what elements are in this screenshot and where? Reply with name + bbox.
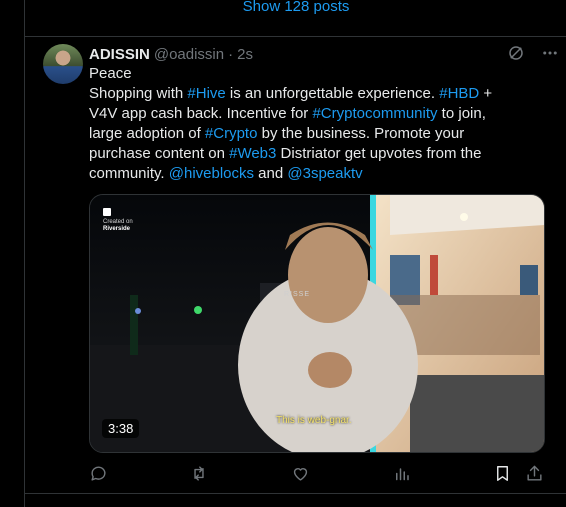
brand-name: Riverside: [103, 226, 131, 232]
post-text-line: Shopping with #Hive is an unforgettable …: [89, 84, 559, 104]
post-text-line: community. @hiveblocks and @3speaktv: [89, 164, 559, 184]
post-text-segment: Distriator get upvotes from the: [276, 145, 482, 162]
brand-top: Created on: [103, 219, 133, 225]
post-text: Peace Shopping with #Hive is an unforgett…: [89, 64, 559, 184]
post-text-segment: large adoption of: [89, 125, 205, 142]
timeline-column: Show 128 posts ADISSIN @oadissin · 2s Pe…: [24, 0, 566, 507]
like-icon[interactable]: [291, 464, 310, 488]
video-duration: 3:38: [102, 419, 140, 438]
post-text-segment: +: [479, 85, 493, 102]
post-time[interactable]: 2s: [237, 46, 253, 63]
post-text-segment: purchase content on: [89, 145, 230, 162]
video-player[interactable]: Created on Riverside RISSE This is web-g…: [89, 194, 545, 453]
video-frame: [90, 195, 544, 452]
post-header: ADISSIN @oadissin · 2s: [89, 44, 253, 64]
post-text-segment: V4V app cash back. Incentive for: [89, 105, 313, 122]
post-text-line: Peace: [89, 64, 559, 84]
post-text-segment: Shopping with: [89, 85, 188, 102]
mention-link[interactable]: @hiveblocks: [169, 165, 254, 182]
show-more-posts-label[interactable]: Show 128 posts: [243, 0, 350, 15]
post-divider: [25, 493, 566, 494]
header-separator: ·: [228, 45, 234, 63]
reply-icon[interactable]: [89, 464, 108, 488]
mention-link[interactable]: @3speaktv: [287, 165, 362, 182]
post-text-segment: Peace: [89, 65, 132, 82]
author-name[interactable]: ADISSIN: [89, 46, 150, 63]
hashtag-link[interactable]: #HBD: [439, 85, 479, 102]
hashtag-link[interactable]: #Crypto: [205, 125, 258, 142]
repost-icon[interactable]: [189, 464, 209, 488]
riverside-logo-icon: [103, 208, 111, 216]
avatar[interactable]: [43, 44, 83, 84]
share-icon[interactable]: [525, 464, 544, 488]
views-icon[interactable]: [393, 464, 411, 488]
post-text-line: large adoption of #Crypto by the busines…: [89, 124, 559, 144]
show-more-posts[interactable]: Show 128 posts: [25, 0, 566, 37]
author-handle[interactable]: @oadissin: [154, 46, 224, 63]
hashtag-link[interactable]: #Cryptocommunity: [312, 105, 437, 122]
post-header-actions: [507, 44, 559, 62]
more-icon[interactable]: [541, 44, 559, 62]
post-text-segment: and: [254, 165, 288, 182]
riverside-watermark: Created on Riverside: [103, 208, 133, 233]
hashtag-link[interactable]: #Web3: [229, 145, 276, 162]
grok-icon[interactable]: [507, 44, 525, 62]
post-text-line: V4V app cash back. Incentive for #Crypto…: [89, 104, 559, 124]
storefront-sign: RISSE: [284, 291, 311, 298]
post-text-segment: to join,: [437, 105, 486, 122]
video-caption: This is web-gnar.: [276, 415, 352, 426]
bookmark-icon[interactable]: [493, 464, 512, 488]
hashtag-link[interactable]: #Hive: [187, 85, 225, 102]
post-text-segment: by the business. Promote your: [257, 125, 465, 142]
post-text-segment: is an unforgettable experience.: [225, 85, 440, 102]
post-text-segment: community.: [89, 165, 169, 182]
post-text-line: purchase content on #Web3 Distriator get…: [89, 144, 559, 164]
post-actions: [89, 464, 559, 484]
